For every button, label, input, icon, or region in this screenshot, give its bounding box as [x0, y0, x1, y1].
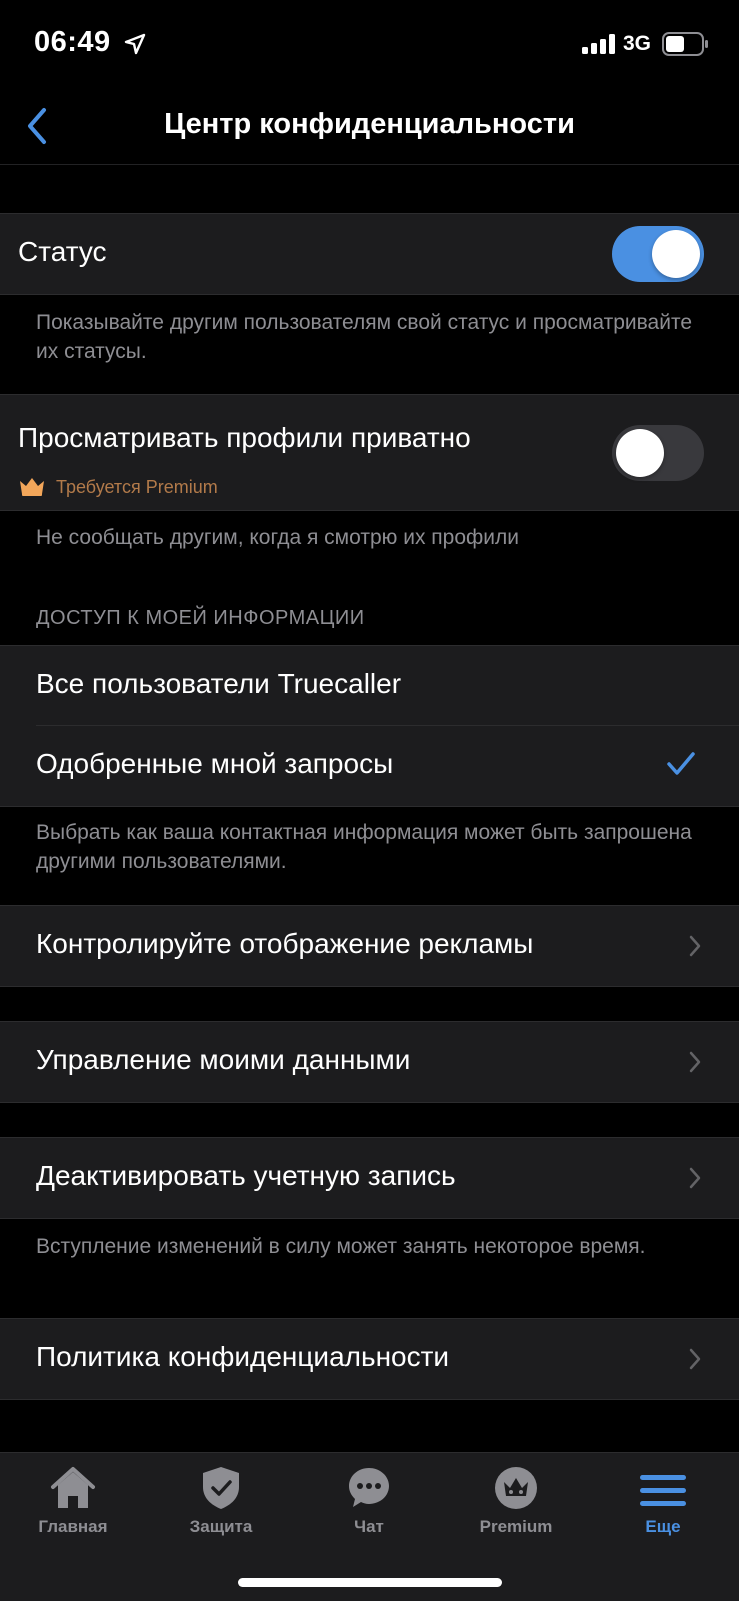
- chat-icon: [349, 1468, 389, 1507]
- deactivate-footnote: Вступление изменений в силу может занять…: [36, 1235, 646, 1258]
- access-option-approved[interactable]: Одобренные мной запросы: [0, 726, 739, 806]
- location-arrow-icon: [124, 33, 146, 55]
- chevron-right-icon: [689, 1051, 701, 1073]
- ads-row[interactable]: Контролируйте отображение рекламы: [0, 905, 739, 987]
- status-label: Статус: [18, 236, 107, 267]
- status-time: 06:49: [34, 26, 111, 58]
- tab-premium[interactable]: Premium: [456, 1465, 576, 1537]
- tab-home[interactable]: Главная: [13, 1465, 133, 1537]
- private-view-label: Просматривать профили приватно: [18, 422, 471, 453]
- private-view-footnote: Не сообщать другим, когда я смотрю их пр…: [36, 526, 519, 549]
- private-view-row: Просматривать профили приватно Требуется…: [0, 394, 739, 511]
- toggle-knob: [616, 429, 664, 477]
- chevron-right-icon: [689, 1348, 701, 1370]
- status-row: Статус: [0, 213, 739, 295]
- private-view-toggle[interactable]: [612, 425, 704, 481]
- premium-required-label: Требуется Premium: [56, 477, 218, 497]
- tab-label: Premium: [479, 1517, 553, 1536]
- access-footnote: Выбрать как ваша контактная информация м…: [36, 821, 692, 873]
- tab-protection[interactable]: Защита: [161, 1465, 281, 1537]
- crown-icon: [495, 1467, 537, 1509]
- home-indicator[interactable]: [238, 1578, 502, 1587]
- shield-icon: [203, 1467, 239, 1509]
- access-option-all[interactable]: Все пользователи Truecaller: [0, 646, 739, 726]
- deactivate-row[interactable]: Деактивировать учетную запись: [0, 1137, 739, 1219]
- privacy-policy-label: Политика конфиденциальности: [36, 1341, 450, 1372]
- section-header-access: ДОСТУП К МОЕЙ ИНФОРМАЦИИ: [36, 607, 365, 629]
- access-option-label: Все пользователи Truecaller: [36, 668, 402, 699]
- my-data-label: Управление моими данными: [36, 1044, 411, 1075]
- tab-label: Главная: [38, 1517, 108, 1536]
- cell-signal-icon: [582, 34, 615, 54]
- ads-label: Контролируйте отображение рекламы: [36, 928, 534, 959]
- tab-more[interactable]: Еще: [603, 1465, 723, 1537]
- chevron-right-icon: [689, 1167, 701, 1189]
- status-footnote: Показывайте другим пользователям свой ст…: [36, 311, 693, 363]
- checkmark-icon: [667, 752, 695, 775]
- chevron-right-icon: [689, 935, 701, 957]
- tab-label: Чат: [354, 1517, 384, 1536]
- home-icon: [51, 1467, 95, 1508]
- toggle-knob: [652, 230, 700, 278]
- access-options-group: Все пользователи Truecaller Одобренные м…: [0, 645, 739, 807]
- network-type: 3G: [623, 32, 652, 55]
- page-title: Центр конфиденциальности: [164, 108, 575, 140]
- nav-divider: [0, 164, 739, 165]
- deactivate-label: Деактивировать учетную запись: [36, 1160, 456, 1191]
- tab-label: Защита: [189, 1517, 253, 1536]
- crown-icon: [20, 478, 44, 496]
- status-toggle[interactable]: [612, 226, 704, 282]
- tab-label: Еще: [645, 1517, 681, 1536]
- menu-icon: [640, 1475, 686, 1506]
- battery-icon: [662, 32, 708, 56]
- tab-chat[interactable]: Чат: [309, 1465, 429, 1537]
- my-data-row[interactable]: Управление моими данными: [0, 1021, 739, 1103]
- access-option-label: Одобренные мной запросы: [36, 748, 394, 779]
- privacy-policy-row[interactable]: Политика конфиденциальности: [0, 1318, 739, 1400]
